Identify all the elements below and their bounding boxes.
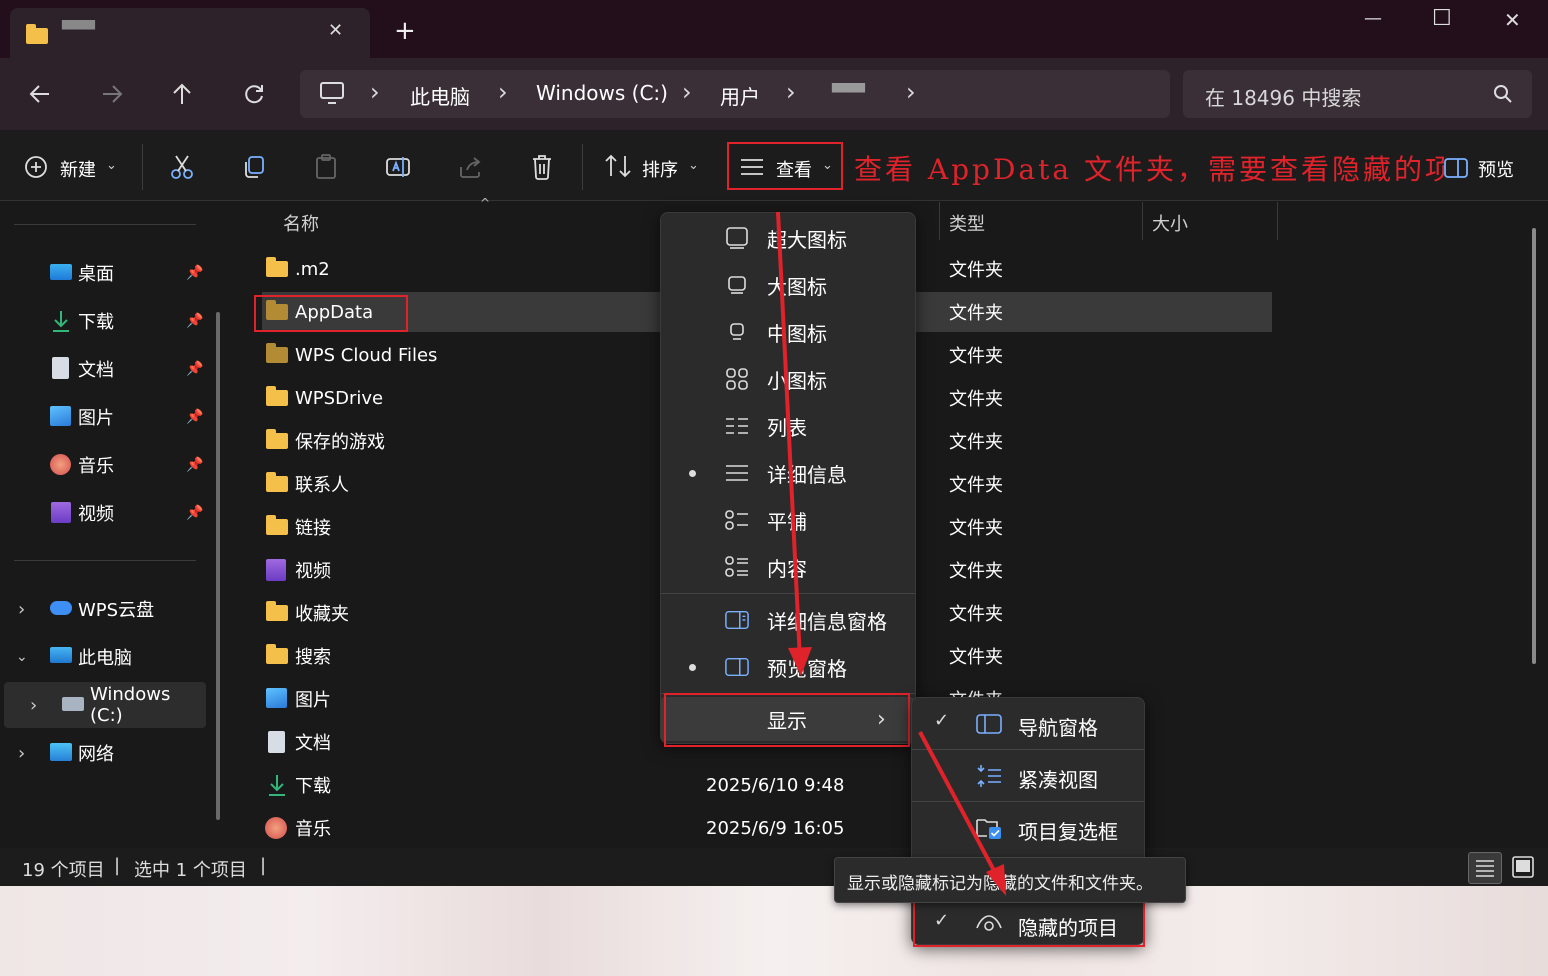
annotation-arrows bbox=[776, 211, 1006, 896]
